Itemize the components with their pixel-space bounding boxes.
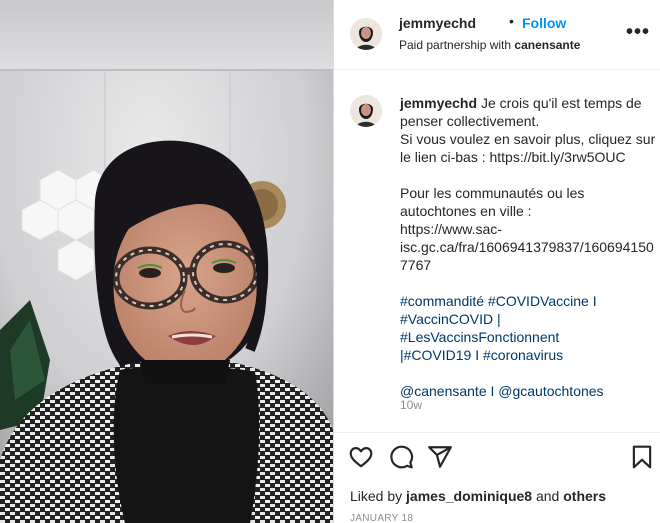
caption-line: Si vous voulez en savoir plus, cliquez s…	[400, 131, 656, 147]
author-avatar[interactable]	[350, 18, 382, 50]
post-media[interactable]	[0, 0, 333, 523]
avatar-image	[350, 18, 382, 50]
likes-summary: Liked by james_dominique8 and others	[350, 488, 606, 504]
save-button[interactable]	[629, 444, 657, 472]
caption-timestamp[interactable]: 10w	[400, 398, 422, 412]
likes-others-link[interactable]: others	[563, 488, 606, 504]
media-image	[0, 0, 333, 523]
separator-dot: •	[509, 13, 514, 29]
caption-mentions[interactable]: @canensante I @gcautochtones	[400, 382, 658, 400]
caption-link-line[interactable]: https://www.sac-	[400, 220, 658, 238]
post-caption: jemmyechd Je crois qu'il est temps de pe…	[400, 94, 658, 400]
liked-by-user-link[interactable]: james_dominique8	[406, 488, 532, 504]
likes-middle: and	[535, 488, 560, 504]
caption-line: autochtones en ville :	[400, 203, 532, 219]
actions-divider	[334, 432, 660, 433]
comment-icon	[390, 445, 414, 469]
partnership-prefix: Paid partnership with	[399, 38, 512, 52]
caption-username[interactable]: jemmyechd	[400, 95, 477, 111]
caption-link-line[interactable]: 7767	[400, 256, 658, 274]
avatar-image	[350, 95, 382, 127]
bookmark-icon	[632, 445, 652, 469]
caption-text: Je crois qu'il est temps de	[480, 95, 642, 111]
caption-hashtags[interactable]: #VaccinCOVID | #LesVaccinsFonctionnent	[400, 310, 658, 346]
caption-line: penser collectivement.	[400, 113, 540, 129]
post-header: jemmyechd • Follow Paid partnership with…	[334, 0, 660, 70]
author-username[interactable]: jemmyechd	[399, 15, 476, 31]
like-button[interactable]	[348, 444, 376, 472]
caption-line: jemmyechd Je crois qu'il est temps de	[400, 94, 658, 112]
caption-link-line[interactable]: le lien ci-bas : https://bit.ly/3rw5OUC	[400, 148, 658, 166]
post-side-panel: jemmyechd • Follow Paid partnership with…	[333, 0, 660, 523]
partner-link[interactable]: canensante	[514, 38, 580, 52]
more-options-icon[interactable]: •••	[623, 22, 653, 46]
caption-hashtags[interactable]: |#COVID19 I #coronavirus	[400, 346, 658, 364]
follow-button[interactable]: Follow	[522, 15, 566, 31]
instagram-post: jemmyechd • Follow Paid partnership with…	[0, 0, 660, 523]
share-icon	[428, 446, 452, 468]
caption-hashtags[interactable]: #commandité #COVIDVaccine I	[400, 292, 658, 310]
caption-avatar[interactable]	[350, 95, 382, 127]
likes-prefix: Liked by	[350, 488, 403, 504]
heart-icon	[349, 447, 373, 468]
comment-button[interactable]	[388, 444, 416, 472]
post-date[interactable]: JANUARY 18	[350, 513, 413, 523]
caption-line: Pour les communautés ou les	[400, 185, 585, 201]
share-button[interactable]	[427, 444, 455, 472]
caption-link-line[interactable]: isc.gc.ca/fra/1606941379837/160694150	[400, 238, 658, 256]
paid-partnership-label: Paid partnership with canensante	[399, 38, 580, 52]
